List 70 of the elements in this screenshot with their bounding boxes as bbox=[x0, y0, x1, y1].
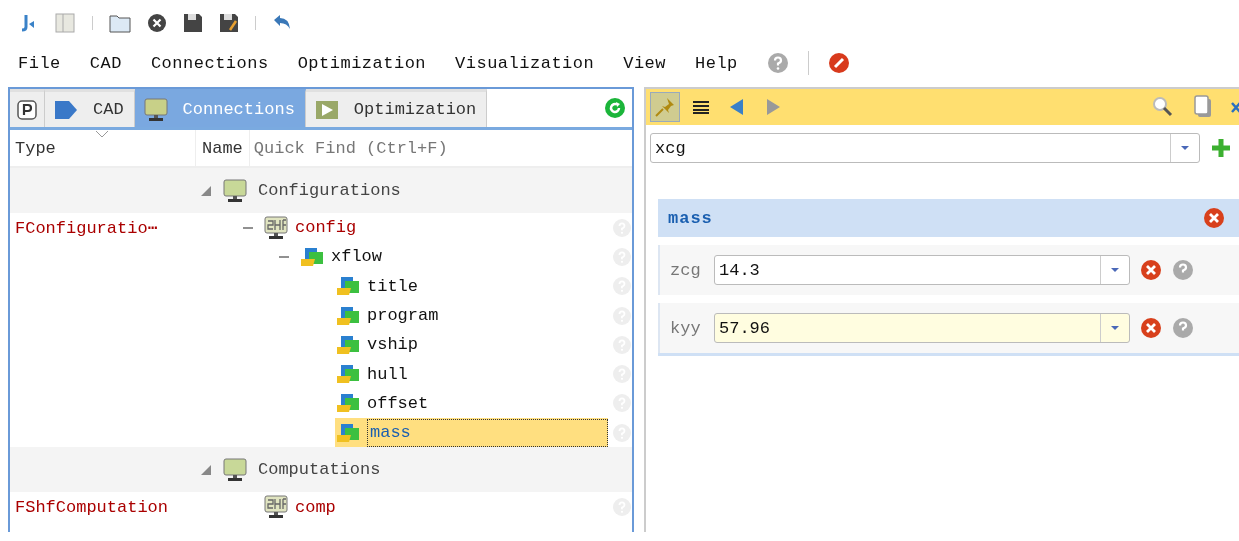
dropdown-caret-icon[interactable] bbox=[1110, 325, 1120, 331]
tree-item[interactable]: xflow bbox=[331, 247, 382, 267]
play-icon bbox=[313, 98, 340, 121]
p-icon bbox=[16, 98, 38, 121]
section-title: mass bbox=[668, 208, 713, 228]
property-combo-box[interactable]: xcg bbox=[650, 133, 1200, 163]
tree-item[interactable]: mass bbox=[367, 418, 608, 447]
close-icon[interactable] bbox=[147, 13, 167, 33]
menu-item[interactable]: Help bbox=[695, 53, 738, 73]
add-icon[interactable] bbox=[1210, 137, 1232, 159]
help-icon[interactable] bbox=[1172, 259, 1194, 281]
menu-item[interactable]: View bbox=[623, 53, 666, 73]
remove-icon[interactable] bbox=[1140, 259, 1162, 281]
menu-item[interactable]: File bbox=[18, 53, 61, 73]
shapes-icon bbox=[335, 363, 361, 386]
tree-item[interactable]: offset bbox=[367, 393, 429, 413]
menu-item[interactable]: CAD bbox=[89, 53, 122, 73]
monitor-icon bbox=[222, 457, 248, 482]
type-text: FShfComputation bbox=[14, 497, 170, 517]
column-header[interactable]: Type bbox=[10, 130, 196, 166]
tree-item[interactable]: config bbox=[295, 218, 357, 238]
panel-tab[interactable]: CAD bbox=[45, 89, 135, 127]
shapes-icon bbox=[335, 421, 361, 444]
shapes-icon bbox=[335, 392, 361, 415]
field-label: kyy bbox=[670, 318, 702, 338]
menu-item[interactable]: Optimization bbox=[297, 53, 427, 73]
stop-icon[interactable] bbox=[827, 52, 850, 74]
shapes-icon bbox=[335, 304, 361, 327]
tree-item[interactable]: vship bbox=[367, 335, 418, 355]
save-icon[interactable] bbox=[183, 13, 203, 33]
search-icon[interactable] bbox=[1151, 95, 1175, 119]
dropdown-caret-icon[interactable] bbox=[1180, 145, 1190, 151]
monitor-icon bbox=[222, 178, 248, 203]
tree-item[interactable]: hull bbox=[367, 364, 408, 384]
shape-icon bbox=[53, 98, 79, 121]
sort-caret-icon bbox=[95, 130, 109, 138]
folder-icon[interactable] bbox=[109, 13, 131, 33]
help-icon[interactable] bbox=[1172, 317, 1194, 339]
remove-icon[interactable] bbox=[1203, 207, 1225, 229]
value-combo-box[interactable]: 14.3 bbox=[714, 255, 1130, 285]
panel-tab[interactable] bbox=[10, 89, 45, 127]
save-as-icon[interactable] bbox=[219, 13, 239, 33]
document-icon[interactable] bbox=[1193, 95, 1213, 119]
shapes-icon bbox=[335, 275, 361, 298]
monitor-icon bbox=[142, 97, 169, 122]
expand-triangle-icon[interactable] bbox=[200, 184, 212, 197]
refresh-icon[interactable] bbox=[604, 97, 626, 119]
panel-tab[interactable]: Optimization bbox=[305, 89, 488, 127]
shapes-icon bbox=[299, 245, 325, 268]
shapes-icon bbox=[335, 333, 361, 356]
help-icon[interactable] bbox=[766, 52, 789, 74]
dropdown-caret-icon[interactable] bbox=[1110, 267, 1120, 273]
type-text: FConfiguratio⋯ bbox=[14, 218, 159, 239]
tree-item[interactable]: comp bbox=[295, 497, 336, 517]
menu-item[interactable]: Connections bbox=[150, 53, 269, 73]
menu-item[interactable]: Visualization bbox=[455, 53, 595, 73]
expand-triangle-icon[interactable] bbox=[200, 463, 212, 476]
value-combo-box[interactable]: 57.96 bbox=[714, 313, 1130, 343]
monitor-icon bbox=[263, 495, 289, 519]
group-label: Configurations bbox=[258, 181, 401, 200]
remove-icon[interactable] bbox=[1140, 317, 1162, 339]
monitor-icon bbox=[263, 215, 289, 240]
tree-item[interactable]: program bbox=[367, 306, 439, 326]
tree-item[interactable]: title bbox=[367, 276, 418, 296]
column-header[interactable]: Name bbox=[196, 130, 250, 166]
layout-icon[interactable] bbox=[54, 12, 76, 34]
pin-icon[interactable] bbox=[650, 92, 680, 122]
field-label: zcg bbox=[670, 260, 702, 280]
group-label: Computations bbox=[258, 460, 381, 480]
quick-find-field[interactable]: Quick Find (Ctrl+F) bbox=[249, 137, 556, 159]
